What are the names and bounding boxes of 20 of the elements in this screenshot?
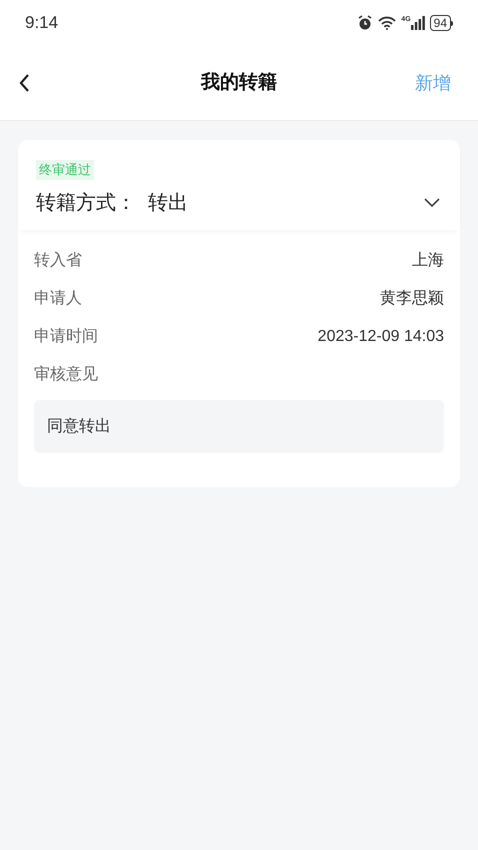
signal-icon — [410, 16, 425, 30]
field-label: 审核意见 — [34, 364, 98, 385]
add-button[interactable]: 新增 — [415, 70, 460, 96]
chevron-down-icon[interactable] — [422, 196, 442, 210]
alarm-icon — [357, 15, 374, 31]
battery-level: 94 — [430, 15, 451, 31]
field-label: 申请时间 — [34, 326, 98, 347]
back-icon[interactable] — [18, 73, 30, 93]
wifi-icon — [378, 16, 396, 30]
field-value: 2023-12-09 14:03 — [318, 327, 444, 347]
status-time: 9:14 — [25, 12, 58, 34]
review-comment: 同意转出 — [47, 416, 111, 436]
page-title: 我的转籍 — [201, 70, 277, 95]
field-label: 转入省 — [34, 250, 82, 271]
field-value: 上海 — [412, 250, 444, 271]
status-badge: 终审通过 — [36, 160, 94, 180]
transfer-type-label: 转籍方式： — [36, 191, 136, 216]
field-label: 申请人 — [34, 288, 82, 309]
field-value: 黄李思颖 — [380, 288, 444, 309]
transfer-type-value: 转出 — [148, 191, 188, 216]
